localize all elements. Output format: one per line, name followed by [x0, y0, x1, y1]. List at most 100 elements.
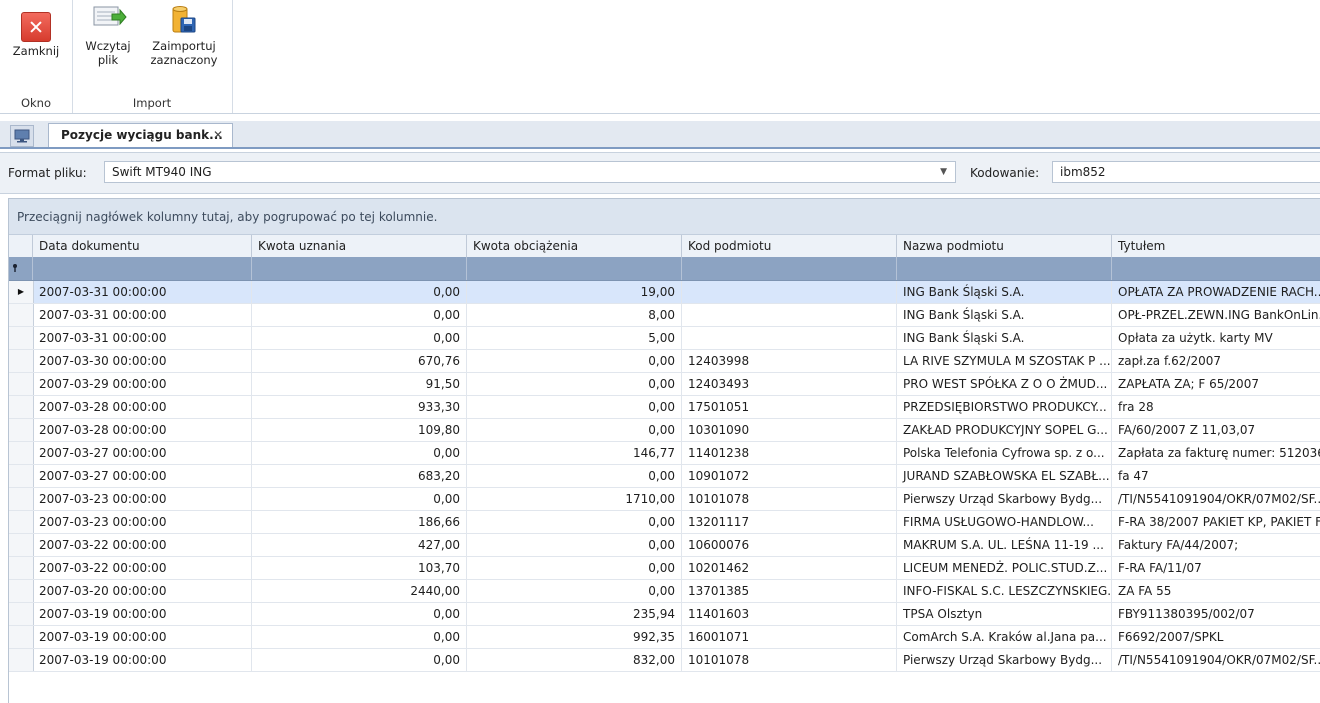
cell-date[interactable]: 2007-03-31 00:00:00 — [33, 304, 252, 326]
import-selected-button[interactable]: Zaimportuj zaznaczony — [142, 4, 226, 67]
cell-credit[interactable]: 0,00 — [252, 281, 467, 303]
cell-debit[interactable]: 0,00 — [467, 350, 682, 372]
file-format-select[interactable]: Swift MT940 ING ▼ — [104, 161, 956, 183]
cell-debit[interactable]: 0,00 — [467, 465, 682, 487]
table-row[interactable]: 2007-03-28 00:00:00 109,80 0,00 10301090 ZAK… — [9, 419, 1320, 442]
cell-entity-name[interactable]: ING Bank Śląski S.A. — [897, 304, 1112, 326]
table-row[interactable]: 2007-03-19 00:00:00 0,00 832,00 10101078 Pie… — [9, 649, 1320, 672]
cell-debit[interactable]: 992,35 — [467, 626, 682, 648]
filter-cell-title[interactable] — [1112, 257, 1320, 280]
table-row[interactable]: ▶ 2007-03-31 00:00:00 0,00 19,00 ING Bank Śl… — [9, 281, 1320, 304]
cell-title[interactable]: Faktury FA/44/2007; — [1112, 534, 1320, 556]
row-indicator[interactable] — [9, 350, 34, 372]
group-by-panel[interactable]: Przeciągnij nagłówek kolumny tutaj, aby … — [9, 199, 1320, 235]
table-row[interactable]: 2007-03-30 00:00:00 670,76 0,00 12403998 LA … — [9, 350, 1320, 373]
table-row[interactable]: 2007-03-29 00:00:00 91,50 0,00 12403493 PRO … — [9, 373, 1320, 396]
table-row[interactable]: 2007-03-22 00:00:00 427,00 0,00 10600076 MAK… — [9, 534, 1320, 557]
cell-credit[interactable]: 91,50 — [252, 373, 467, 395]
column-header-entity-code[interactable]: Kod podmiotu — [682, 235, 897, 257]
row-indicator[interactable] — [9, 465, 34, 487]
cell-credit[interactable]: 103,70 — [252, 557, 467, 579]
table-row[interactable]: 2007-03-19 00:00:00 0,00 235,94 11401603 TPS… — [9, 603, 1320, 626]
cell-debit[interactable]: 0,00 — [467, 396, 682, 418]
column-header-credit[interactable]: Kwota uznania — [252, 235, 467, 257]
cell-date[interactable]: 2007-03-23 00:00:00 — [33, 511, 252, 533]
cell-title[interactable]: /TI/N5541091904/OKR/07M02/SF... — [1112, 649, 1320, 671]
table-row[interactable]: 2007-03-20 00:00:00 2440,00 0,00 13701385 IN… — [9, 580, 1320, 603]
cell-date[interactable]: 2007-03-27 00:00:00 — [33, 442, 252, 464]
cell-entity-name[interactable]: ComArch S.A. Kraków al.Jana pa... — [897, 626, 1112, 648]
cell-title[interactable]: F-RA FA/11/07 — [1112, 557, 1320, 579]
tab-close-icon[interactable]: ✕ — [213, 124, 223, 146]
cell-credit[interactable]: 683,20 — [252, 465, 467, 487]
load-file-button[interactable]: Wczytaj plik — [84, 4, 132, 67]
cell-debit[interactable]: 0,00 — [467, 534, 682, 556]
row-indicator[interactable] — [9, 488, 34, 510]
cell-entity-code[interactable]: 10101078 — [682, 488, 897, 510]
cell-date[interactable]: 2007-03-22 00:00:00 — [33, 557, 252, 579]
cell-debit[interactable]: 0,00 — [467, 557, 682, 579]
cell-date[interactable]: 2007-03-31 00:00:00 — [33, 327, 252, 349]
cell-entity-name[interactable]: JURAND SZABŁOWSKA EL SZABŁ... — [897, 465, 1112, 487]
cell-entity-code[interactable]: 16001071 — [682, 626, 897, 648]
cell-title[interactable]: ZAPŁATA ZA; F 65/2007 — [1112, 373, 1320, 395]
filter-cell-debit[interactable] — [467, 257, 682, 280]
cell-debit[interactable]: 235,94 — [467, 603, 682, 625]
cell-entity-name[interactable]: INFO-FISKAL S.C. LESZCZYNSKIEG... — [897, 580, 1112, 602]
cell-entity-name[interactable]: ING Bank Śląski S.A. — [897, 281, 1112, 303]
cell-credit[interactable]: 0,00 — [252, 626, 467, 648]
cell-date[interactable]: 2007-03-19 00:00:00 — [33, 603, 252, 625]
cell-entity-code[interactable]: 11401238 — [682, 442, 897, 464]
cell-credit[interactable]: 0,00 — [252, 442, 467, 464]
cell-entity-code[interactable]: 10101078 — [682, 649, 897, 671]
filter-cell-entity-code[interactable] — [682, 257, 897, 280]
cell-entity-code[interactable] — [682, 327, 897, 349]
cell-title[interactable]: F6692/2007/SPKL — [1112, 626, 1320, 648]
cell-debit[interactable]: 0,00 — [467, 419, 682, 441]
monitor-icon[interactable] — [10, 125, 34, 147]
cell-entity-code[interactable]: 11401603 — [682, 603, 897, 625]
cell-credit[interactable]: 0,00 — [252, 488, 467, 510]
column-header-title[interactable]: Tytułem — [1112, 235, 1320, 257]
row-indicator[interactable] — [9, 626, 34, 648]
cell-debit[interactable]: 0,00 — [467, 580, 682, 602]
table-row[interactable]: 2007-03-23 00:00:00 186,66 0,00 13201117 FIR… — [9, 511, 1320, 534]
cell-title[interactable]: OPŁ-PRZEL.ZEWN.ING BankOnLin... — [1112, 304, 1320, 326]
cell-entity-name[interactable]: FIRMA USŁUGOWO-HANDLOW... — [897, 511, 1112, 533]
row-indicator[interactable] — [9, 442, 34, 464]
cell-entity-code[interactable]: 10301090 — [682, 419, 897, 441]
cell-credit[interactable]: 0,00 — [252, 327, 467, 349]
table-row[interactable]: 2007-03-23 00:00:00 0,00 1710,00 10101078 Pi… — [9, 488, 1320, 511]
cell-entity-code[interactable]: 10201462 — [682, 557, 897, 579]
cell-date[interactable]: 2007-03-27 00:00:00 — [33, 465, 252, 487]
cell-credit[interactable]: 427,00 — [252, 534, 467, 556]
filter-cell-credit[interactable] — [252, 257, 467, 280]
cell-debit[interactable]: 146,77 — [467, 442, 682, 464]
cell-debit[interactable]: 0,00 — [467, 511, 682, 533]
cell-entity-name[interactable]: Polska Telefonia Cyfrowa sp. z o... — [897, 442, 1112, 464]
cell-entity-code[interactable]: 10901072 — [682, 465, 897, 487]
filter-cell-entity-name[interactable] — [897, 257, 1112, 280]
chevron-down-icon[interactable]: ▼ — [940, 162, 947, 182]
cell-entity-code[interactable]: 12403493 — [682, 373, 897, 395]
row-indicator[interactable] — [9, 373, 34, 395]
cell-entity-name[interactable]: TPSA Olsztyn — [897, 603, 1112, 625]
cell-date[interactable]: 2007-03-22 00:00:00 — [33, 534, 252, 556]
column-header-date[interactable]: Data dokumentu — [33, 235, 252, 257]
cell-credit[interactable]: 186,66 — [252, 511, 467, 533]
row-indicator[interactable] — [9, 603, 34, 625]
table-row[interactable]: 2007-03-31 00:00:00 0,00 5,00 ING Bank Śląs… — [9, 327, 1320, 350]
cell-entity-name[interactable]: ING Bank Śląski S.A. — [897, 327, 1112, 349]
close-button[interactable]: Zamknij — [10, 12, 62, 58]
cell-credit[interactable]: 0,00 — [252, 304, 467, 326]
cell-entity-code[interactable]: 12403998 — [682, 350, 897, 372]
cell-debit[interactable]: 0,00 — [467, 373, 682, 395]
cell-entity-name[interactable]: PRO WEST SPÓŁKA Z O O ŻMUD... — [897, 373, 1112, 395]
filter-cell-date[interactable] — [33, 257, 252, 280]
cell-date[interactable]: 2007-03-23 00:00:00 — [33, 488, 252, 510]
row-indicator[interactable] — [9, 534, 34, 556]
cell-debit[interactable]: 1710,00 — [467, 488, 682, 510]
cell-entity-code[interactable]: 13701385 — [682, 580, 897, 602]
cell-entity-name[interactable]: ZAKŁAD PRODUKCYJNY SOPEL G... — [897, 419, 1112, 441]
cell-date[interactable]: 2007-03-28 00:00:00 — [33, 396, 252, 418]
